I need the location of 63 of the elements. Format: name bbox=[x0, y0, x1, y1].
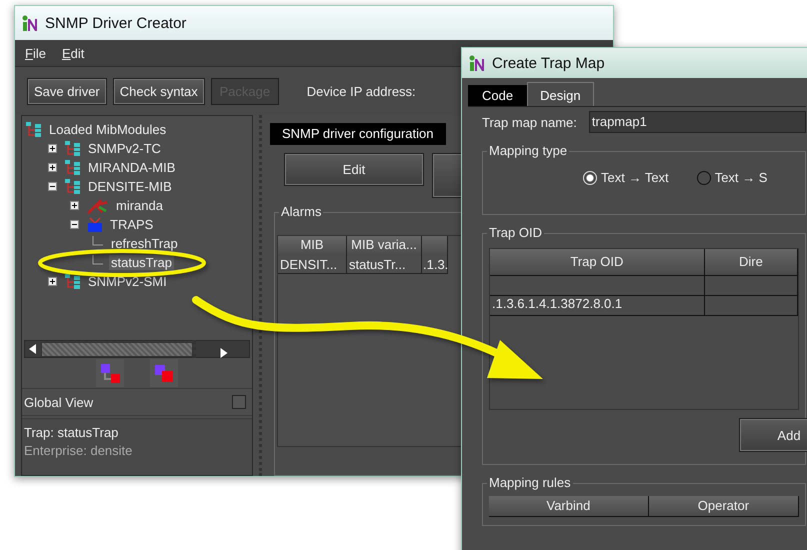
add-button[interactable]: Add bbox=[739, 418, 807, 452]
collapse-icon[interactable] bbox=[70, 220, 79, 229]
app-logo-icon bbox=[21, 14, 39, 32]
edit-button[interactable]: Edit bbox=[284, 153, 424, 186]
expand-icon[interactable] bbox=[48, 144, 57, 153]
expand-icon[interactable] bbox=[70, 201, 79, 210]
column-header[interactable]: MIB bbox=[278, 236, 347, 256]
tree-item[interactable]: Loaded MibModules bbox=[47, 122, 168, 137]
expand-icon[interactable] bbox=[48, 277, 57, 286]
column-header[interactable]: MIB varia... bbox=[347, 236, 422, 256]
horizontal-scrollbar[interactable] bbox=[24, 340, 250, 358]
branch-icon bbox=[87, 198, 109, 214]
window-title: Create Trap Map bbox=[492, 54, 605, 72]
expand-icon[interactable] bbox=[48, 163, 57, 172]
module-tree-icon bbox=[65, 274, 81, 290]
tree-item[interactable]: SNMPv2-TC bbox=[86, 141, 163, 156]
menu-item[interactable]: File bbox=[25, 46, 46, 60]
tree-item[interactable]: statusTrap bbox=[109, 255, 174, 270]
column-header[interactable]: Dire bbox=[704, 249, 798, 276]
window-title: SNMP Driver Creator bbox=[45, 14, 186, 32]
column-header[interactable]: Trap OID bbox=[490, 249, 705, 276]
tree-item[interactable]: SNMPv2-SMI bbox=[86, 274, 169, 289]
collapse-icon[interactable] bbox=[48, 182, 57, 191]
table-cell: .1.3.6.1.4.1.3872.8.0.1 bbox=[490, 296, 705, 316]
module-tree-icon bbox=[65, 178, 81, 194]
field-label: Trap map name: bbox=[482, 114, 577, 130]
group-title: Trap OID bbox=[487, 225, 544, 241]
table-cell: statusTr... bbox=[347, 256, 422, 274]
checkbox-label: Global View bbox=[24, 394, 94, 410]
table-cell: DENSIT... bbox=[278, 256, 347, 274]
module-tree-icon bbox=[65, 140, 81, 156]
column-header[interactable]: Operator bbox=[648, 496, 799, 517]
scroll-left-icon[interactable] bbox=[29, 344, 37, 354]
table-cell: .1.3. bbox=[422, 256, 448, 274]
tree-item[interactable]: TRAPS bbox=[108, 217, 156, 232]
info-text: Enterprise: densite bbox=[24, 443, 134, 458]
module-tree-icon bbox=[65, 160, 81, 176]
tab[interactable]: Code bbox=[468, 85, 528, 106]
toolbar-button[interactable]: Save driver bbox=[27, 78, 107, 104]
tree-item[interactable]: refreshTrap bbox=[109, 236, 180, 251]
column-header[interactable]: Varbind bbox=[489, 496, 649, 517]
tree-item[interactable]: miranda bbox=[114, 198, 165, 213]
info-text: Trap: statusTrap bbox=[24, 425, 120, 440]
radio-label: Text → Text bbox=[601, 170, 669, 185]
app-logo-icon bbox=[468, 54, 486, 72]
group-title: Mapping type bbox=[487, 143, 570, 159]
module-tree-icon bbox=[26, 122, 42, 138]
global-view-checkbox[interactable] bbox=[232, 395, 246, 409]
tab[interactable]: Design bbox=[527, 82, 594, 106]
toolbar-button[interactable]: Check syntax bbox=[112, 78, 205, 104]
toolbar-button[interactable] bbox=[432, 153, 464, 198]
radio-button[interactable] bbox=[696, 170, 711, 184]
tree-item[interactable]: MIRANDA-MIB bbox=[86, 160, 178, 175]
menu-item[interactable]: Edit bbox=[62, 46, 84, 60]
config-tab[interactable]: SNMP driver configuration bbox=[270, 123, 446, 145]
radio-label: Text → S bbox=[714, 170, 768, 185]
column-header[interactable] bbox=[422, 236, 448, 256]
tree-item[interactable]: DENSITE-MIB bbox=[86, 179, 174, 194]
traps-folder-icon bbox=[87, 216, 103, 232]
field-label: Device IP address: bbox=[306, 84, 416, 98]
scrollbar-thumb[interactable] bbox=[41, 342, 193, 356]
group-title: Mapping rules bbox=[487, 475, 573, 491]
trap-map-name-field[interactable]: trapmap1 bbox=[588, 111, 806, 133]
